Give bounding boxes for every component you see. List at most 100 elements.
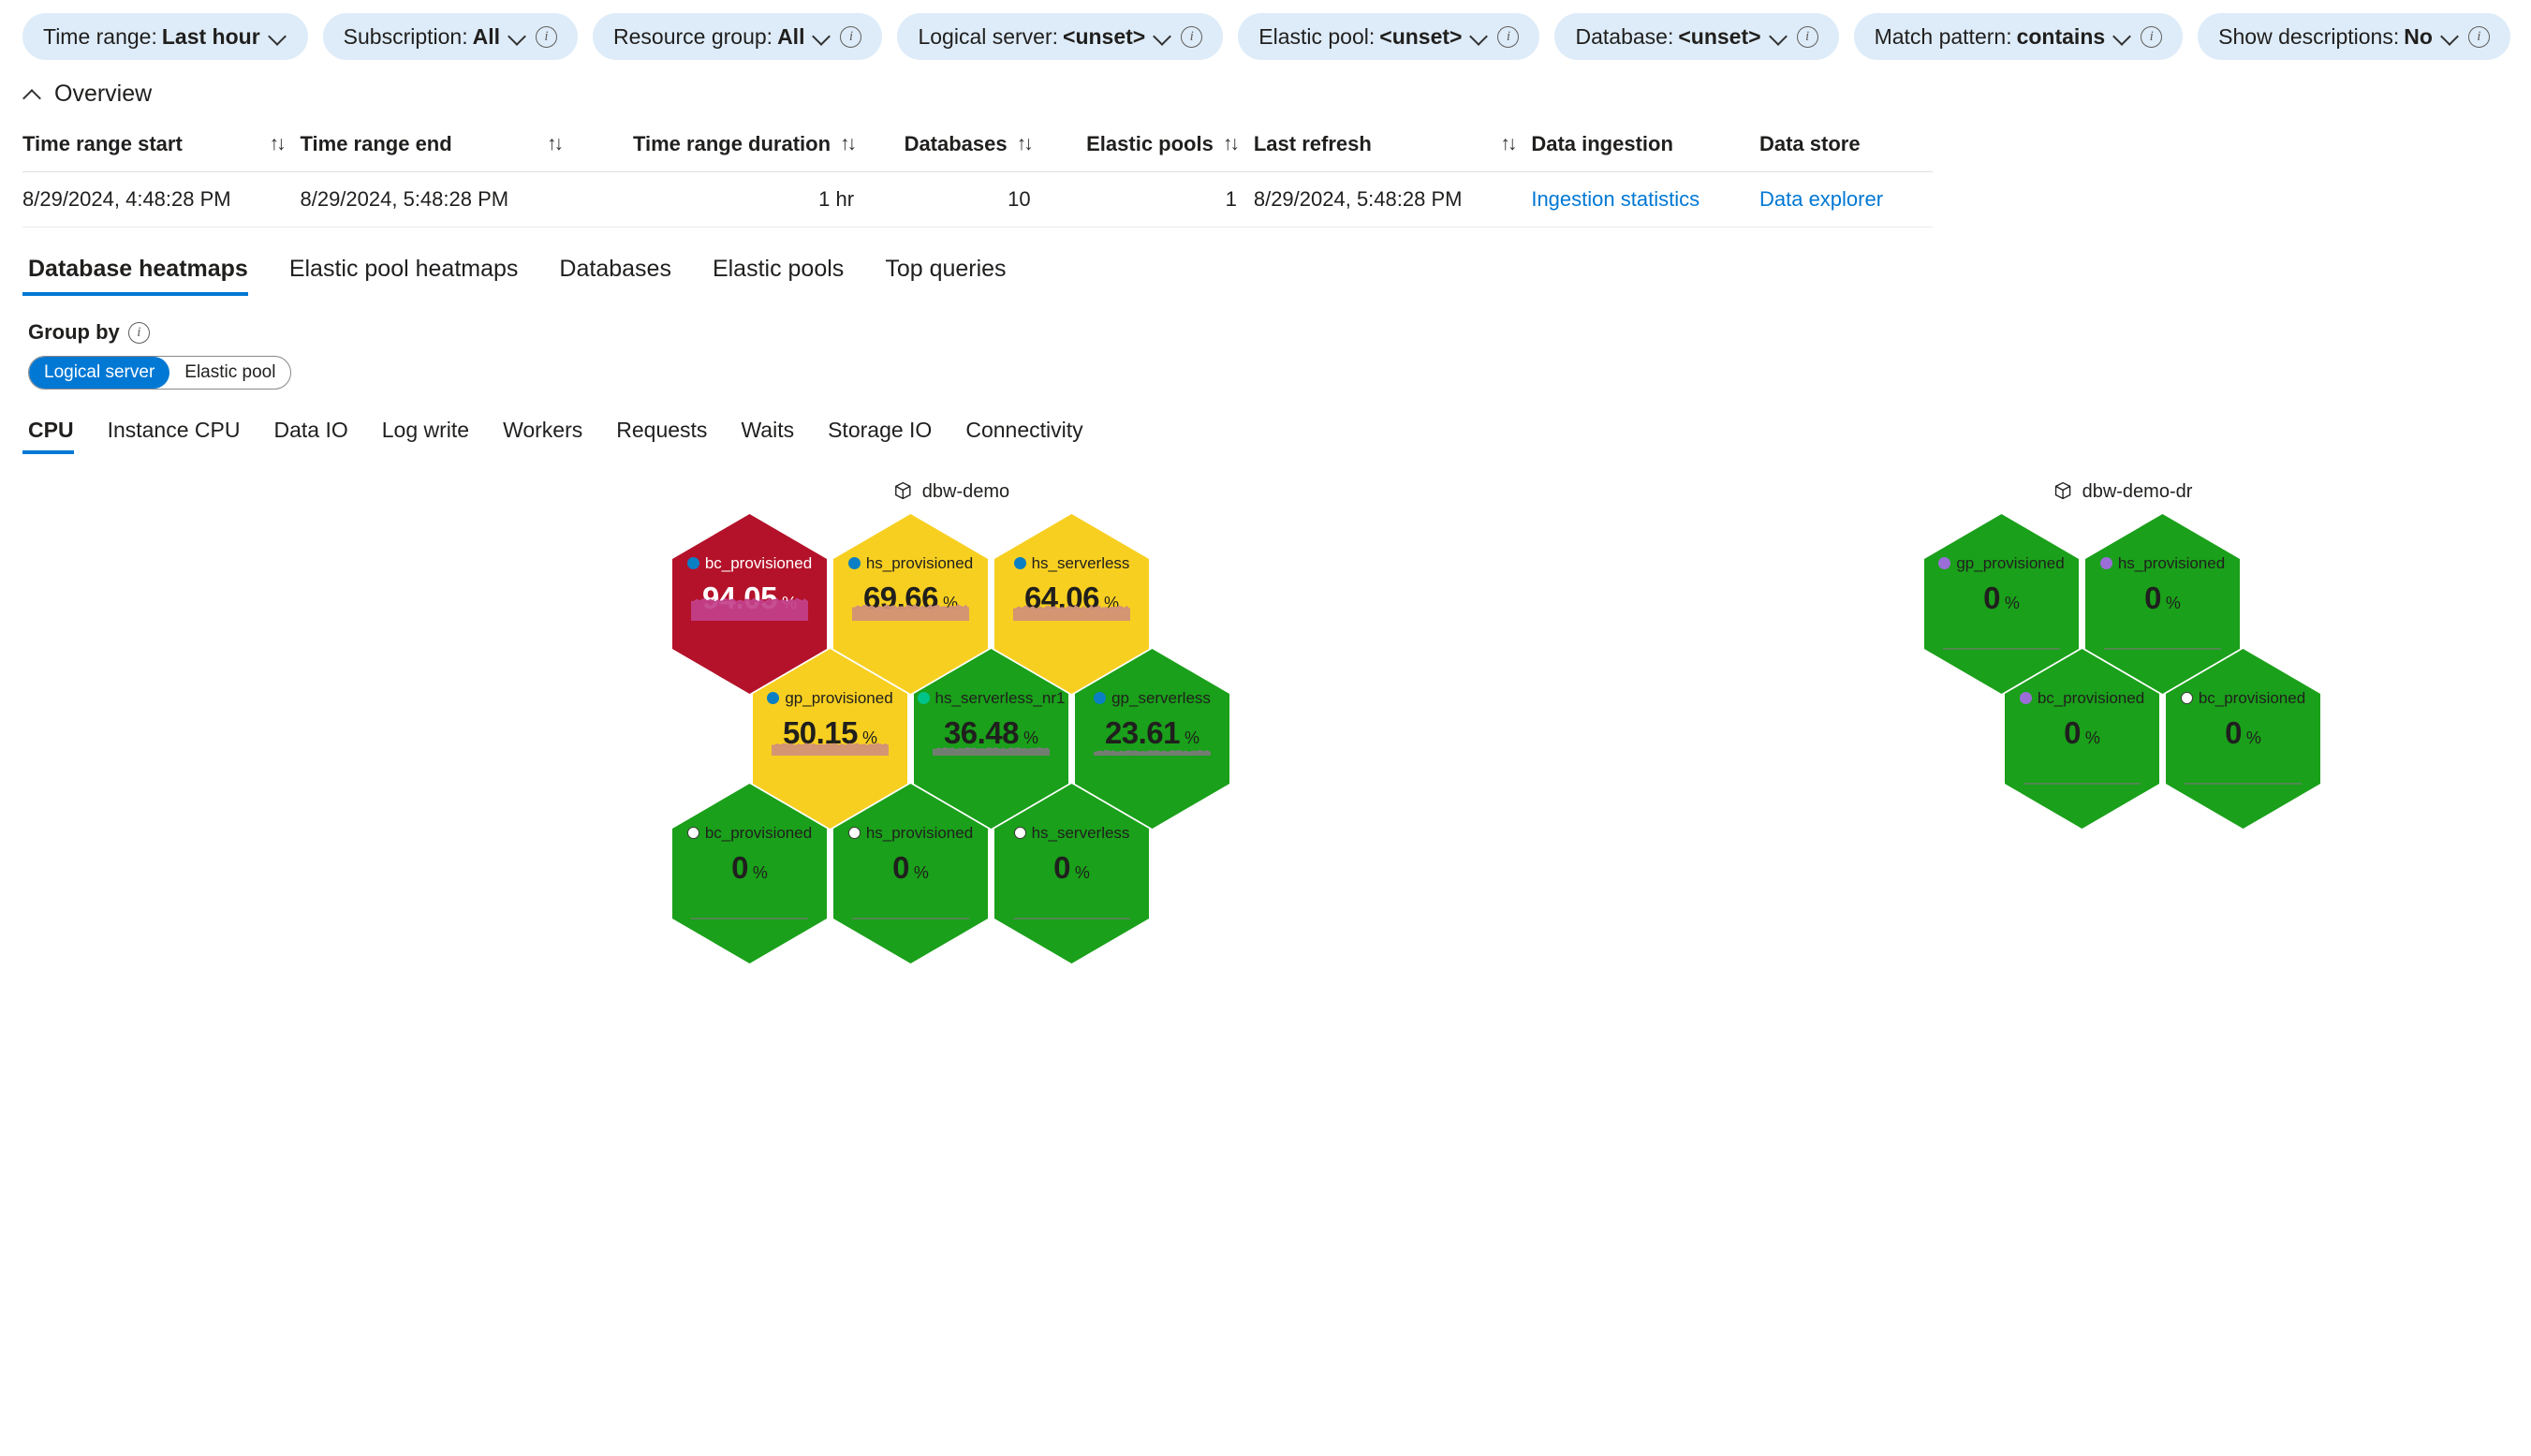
metric-tab-storage-io[interactable]: Storage IO [811,418,949,454]
filter-label: Resource group: [613,23,773,49]
cube-icon [2053,480,2073,503]
hex-bc_provisioned[interactable]: bc_provisioned 0% [2005,649,2159,829]
sort-arrows-icon[interactable]: ↑↓ [1017,133,1034,155]
tab-elastic-pools[interactable]: Elastic pools [692,256,864,296]
metric-tab-connectivity[interactable]: Connectivity [949,418,1099,454]
filter-subscription[interactable]: Subscription: All i [322,13,579,60]
overview-col-time-range-end[interactable]: Time range end ↑↓ [300,123,578,172]
cell-data-ingestion-link[interactable]: Ingestion statistics [1531,187,1700,211]
filter-resource-group[interactable]: Resource group: All i [593,13,883,60]
hex-cell-label-row: bc_provisioned [2180,689,2305,708]
cell-elastic-pools: 1 [1047,171,1254,228]
tab-elastic-pool-heatmaps[interactable]: Elastic pool heatmaps [269,256,539,296]
overview-collapse-toggle[interactable]: Overview [22,81,2509,108]
col-label: Time range duration [632,132,831,155]
col-label: Data store [1758,132,1861,155]
metric-tab-data-io[interactable]: Data IO [257,418,364,454]
filter-time-range[interactable]: Time range: Last hour [22,13,308,60]
overview-col-time-range-start[interactable]: Time range start ↑↓ [22,123,301,172]
overview-section: Overview Time range start ↑↓ Time range en… [0,71,2531,228]
chevron-up-icon [22,88,43,101]
info-icon[interactable]: i [840,25,862,48]
filter-database[interactable]: Database: <unset> i [1554,13,1839,60]
filter-show-descriptions[interactable]: Show descriptions: No i [2198,13,2510,60]
hex-cell-sparkline [851,891,970,919]
hex-cell-sparkline [690,593,809,622]
sort-arrows-icon[interactable]: ↑↓ [269,133,286,155]
col-header-inner: Time range end ↑↓ [300,132,564,156]
cell-data-ingestion[interactable]: Ingestion statistics [1531,171,1759,228]
hex-cell-label: gp_provisioned [785,688,893,707]
sort-arrows-icon[interactable]: ↑↓ [1500,133,1517,155]
hex-cell-unit: % [1074,862,1090,882]
hex-cell-label-row: hs_serverless [1013,823,1130,843]
info-icon[interactable]: i [2467,25,2490,48]
cluster-title-dbw-demo: dbw-demo [892,480,1009,503]
hex-cell-label-row: gp_provisioned [1938,554,2065,573]
cluster-title-label: dbw-demo-dr [2082,480,2193,502]
info-icon[interactable]: i [2141,25,2163,48]
group-by-elastic-pool[interactable]: Elastic pool [169,357,290,389]
tab-database-heatmaps[interactable]: Database heatmaps [22,256,269,296]
overview-col-time-range-duration[interactable]: Time range duration ↑↓ [577,123,872,172]
info-icon[interactable]: i [536,25,558,48]
info-icon[interactable]: i [127,321,150,344]
filter-logical-server[interactable]: Logical server: <unset> i [897,13,1224,60]
filter-value: <unset> [1678,23,1761,49]
cluster-dbw-demo: dbw-demobc_provisioned94.05%hs_provision… [672,480,1229,1173]
info-icon[interactable]: i [1181,25,1203,48]
hex-bc_provisioned[interactable]: bc_provisioned 0% [2166,649,2320,829]
cell-data-store-link[interactable]: Data explorer [1759,187,1883,211]
status-dot-icon [2019,692,2032,705]
filter-label: Time range: [43,23,157,49]
heatmap-cell: bc_provisioned 0% [2005,649,2159,829]
metric-tab-instance-cpu[interactable]: Instance CPU [91,418,258,454]
hex-cell-unit: % [913,862,929,882]
metric-tab-requests[interactable]: Requests [599,418,724,454]
chevron-down-icon [1770,27,1788,46]
hex-cell-value: 0 [1983,580,2000,615]
filter-match-pattern[interactable]: Match pattern: contains i [1853,13,2184,60]
col-label: Last refresh [1253,132,1372,155]
table-row: 8/29/2024, 4:48:28 PM 8/29/2024, 5:48:28 … [22,171,1933,228]
filter-label: Logical server: [918,23,1059,49]
hex-hs_provisioned[interactable]: hs_provisioned 0% [833,784,988,963]
metric-tab-workers[interactable]: Workers [486,418,599,454]
filter-elastic-pool[interactable]: Elastic pool: <unset> i [1238,13,1540,60]
tab-top-queries[interactable]: Top queries [864,256,1026,296]
tab-databases[interactable]: Databases [538,256,692,296]
group-by-choice-group: Logical server Elastic pool [28,356,292,390]
overview-col-data-ingestion: Data ingestion [1531,123,1759,172]
sort-arrows-icon[interactable]: ↑↓ [840,133,857,155]
hex-cell-label-row: bc_provisioned [686,824,812,843]
hex-cell-label-row: hs_serverless_nr1 [917,689,1065,708]
status-dot-icon [1013,827,1026,840]
col-header-inner: Data store [1759,132,1916,156]
metric-tab-waits[interactable]: Waits [724,418,811,454]
hex-cell-sparkline [932,728,1051,757]
cell-data-store[interactable]: Data explorer [1758,171,1933,228]
info-icon[interactable]: i [1497,25,1520,48]
sort-arrows-icon[interactable]: ↑↓ [1223,133,1240,155]
hex-cell-unit: % [2004,593,2020,612]
hex-cell-label-row: bc_provisioned [686,554,812,573]
overview-col-databases[interactable]: Databases ↑↓ [871,123,1048,172]
filter-value: Last hour [161,23,260,49]
hex-cell-sparkline [851,593,970,622]
hex-hs_serverless[interactable]: hs_serverless 0% [994,784,1149,963]
hex-bc_provisioned[interactable]: bc_provisioned 0% [672,784,827,963]
overview-col-elastic-pools[interactable]: Elastic pools ↑↓ [1047,123,1254,172]
metric-tab-log-write[interactable]: Log write [365,418,486,454]
hex-cell-value-row: 0% [731,850,768,886]
sort-arrows-icon[interactable]: ↑↓ [547,133,564,155]
chevron-down-icon [269,27,287,46]
status-dot-icon [917,692,930,705]
hex-cell-label: hs_serverless [1031,823,1130,842]
hex-cell-label: hs_provisioned [865,553,974,572]
info-icon[interactable]: i [1796,25,1818,48]
cell-time-range-duration: 1 hr [577,171,872,228]
metric-tab-cpu[interactable]: CPU [22,418,91,454]
group-by-block: Group by i Logical server Elastic pool [0,296,2531,390]
group-by-logical-server[interactable]: Logical server [29,357,170,389]
overview-col-last-refresh[interactable]: Last refresh ↑↓ [1253,123,1532,172]
